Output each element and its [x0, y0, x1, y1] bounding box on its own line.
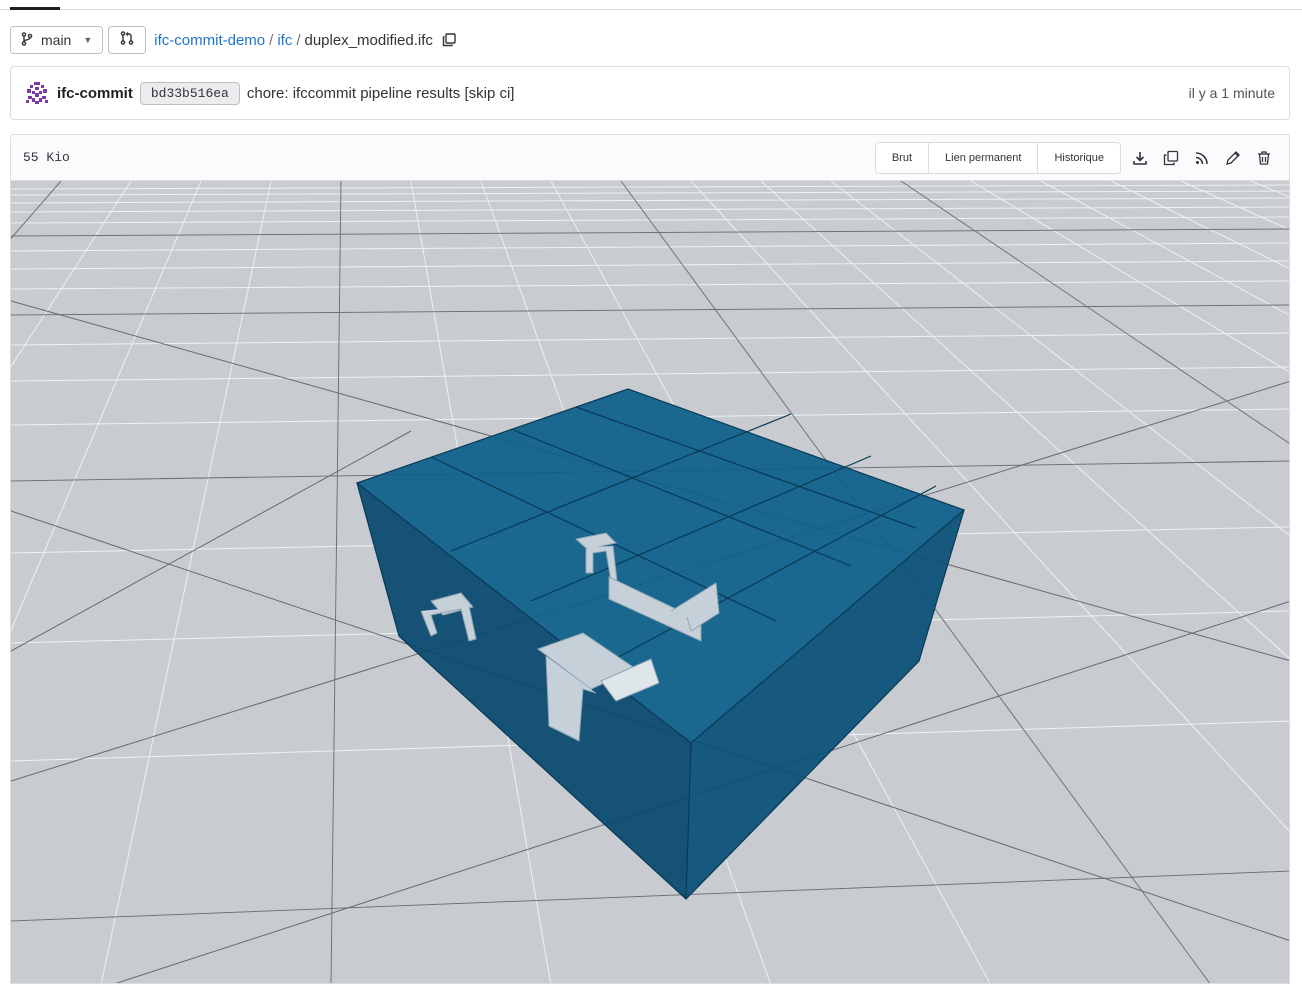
branch-name: main — [41, 32, 72, 48]
merge-request-icon — [120, 30, 134, 50]
rss-feed-icon[interactable] — [1193, 149, 1211, 167]
breadcrumb: ifc-commit-demo / ifc / duplex_modified.… — [154, 32, 456, 49]
merge-request-button[interactable] — [108, 26, 147, 54]
repository-navigation: main ▼ ifc-commit-demo / ifc / duplex_mo… — [10, 25, 456, 55]
download-icon[interactable] — [1131, 149, 1149, 167]
file-actions — [1131, 149, 1273, 167]
edit-pencil-icon[interactable] — [1224, 149, 1242, 167]
breadcrumb-separator: / — [296, 31, 301, 49]
active-tab-indicator — [10, 7, 60, 10]
breadcrumb-file-name: duplex_modified.ifc — [304, 31, 433, 49]
file-header: 55 Kio Brut Lien permanent Historique — [11, 135, 1289, 181]
file-holder: 55 Kio Brut Lien permanent Historique — [10, 134, 1290, 984]
branch-switcher[interactable]: main ▼ — [10, 26, 104, 54]
top-tab-divider — [0, 9, 1302, 10]
commit-time: il y a 1 minute — [1188, 85, 1275, 101]
author-avatar[interactable] — [25, 81, 49, 105]
chevron-down-icon: ▼ — [83, 35, 93, 45]
breadcrumb-project-link[interactable]: ifc-commit-demo — [154, 32, 265, 49]
copy-file-path-icon[interactable] — [442, 33, 456, 47]
file-view-button-group: Brut Lien permanent Historique — [874, 141, 1121, 174]
raw-button[interactable]: Brut — [875, 142, 930, 173]
last-commit-bar: ifc-commit bd33b516ea chore: ifccommit p… — [10, 66, 1290, 120]
delete-trash-icon[interactable] — [1255, 149, 1273, 167]
breadcrumb-separator: / — [269, 31, 274, 49]
commit-message[interactable]: chore: ifccommit pipeline results [skip … — [247, 85, 515, 102]
file-size: 55 Kio — [23, 150, 70, 165]
copy-contents-icon[interactable] — [1162, 149, 1180, 167]
history-button[interactable]: Historique — [1038, 142, 1120, 173]
permalink-button[interactable]: Lien permanent — [929, 142, 1039, 173]
ifc-3d-viewer[interactable] — [11, 180, 1289, 983]
commit-author[interactable]: ifc-commit — [57, 85, 133, 102]
commit-sha[interactable]: bd33b516ea — [139, 81, 240, 105]
branch-icon — [21, 31, 33, 49]
breadcrumb-folder-link[interactable]: ifc — [277, 32, 292, 49]
